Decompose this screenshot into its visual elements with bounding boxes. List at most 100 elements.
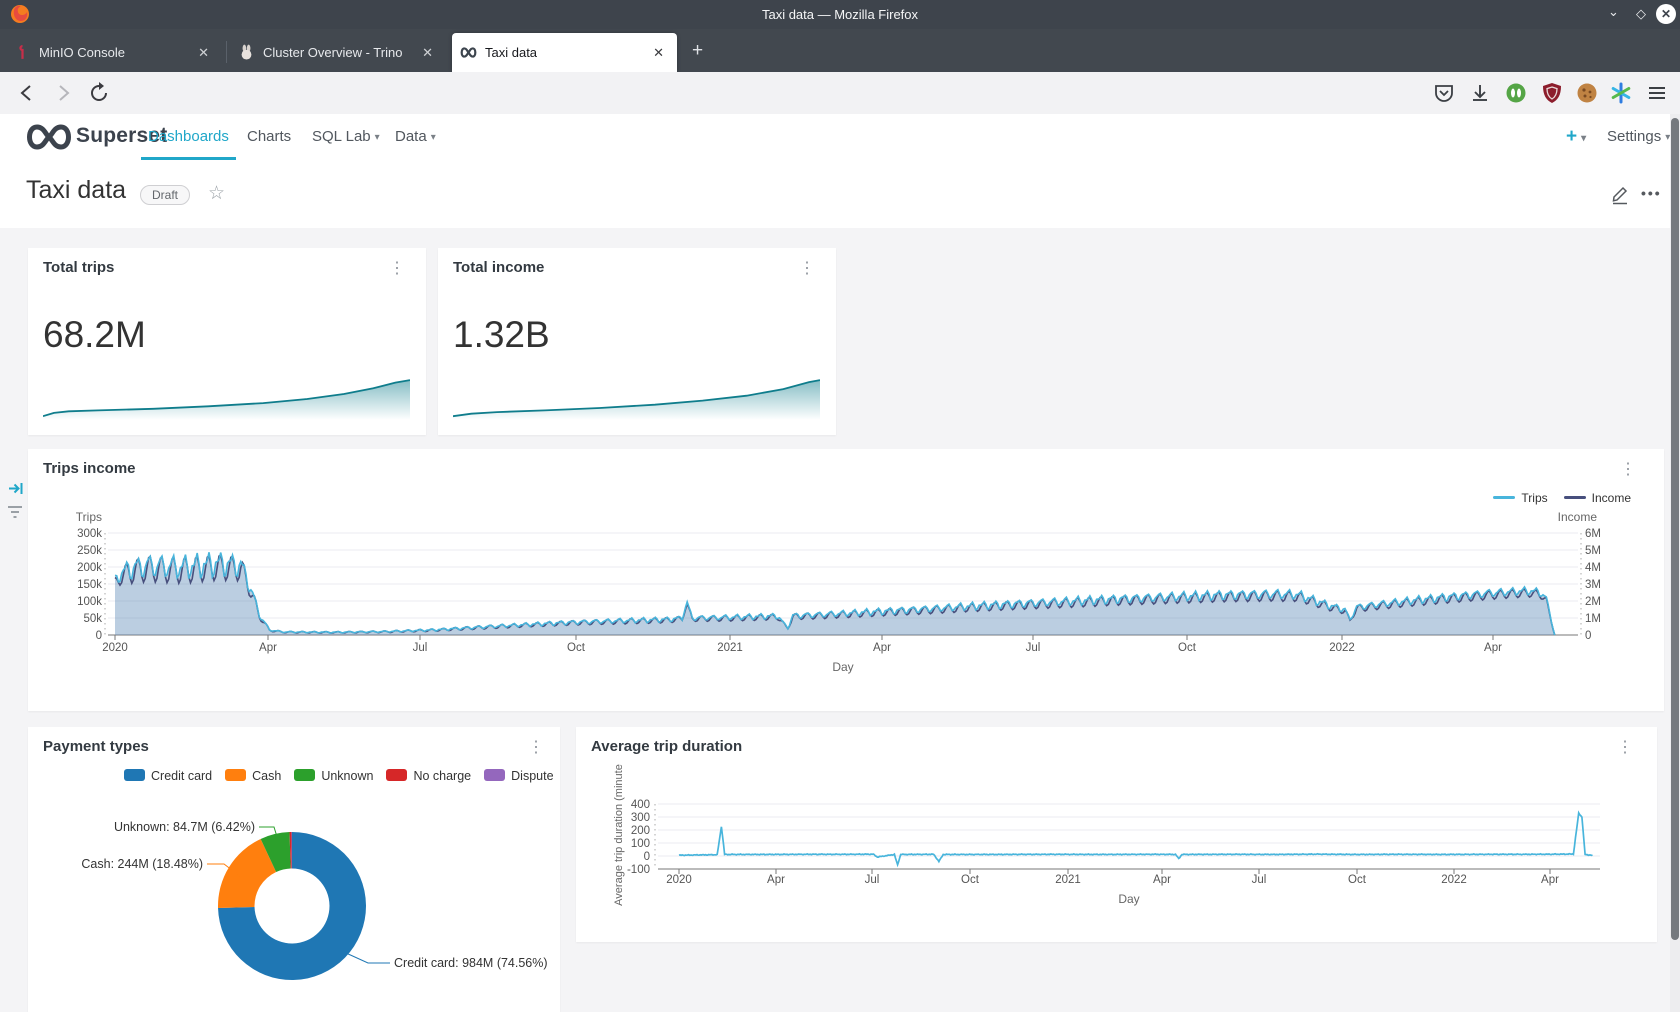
axis-tick-label: Apr (1153, 874, 1171, 886)
axis-tick-label: 2022 (1441, 874, 1467, 886)
reload-icon[interactable] (88, 82, 110, 104)
axis-tick-label: 50k (83, 613, 102, 625)
chart-card-total-income: Total income ⋮ 1.32B (438, 248, 836, 435)
chart-title: Average trip duration (591, 738, 742, 755)
chart-card-trips-income: Trips income ⋮ TripsIncome 300k6M250k5M2… (28, 449, 1664, 711)
filter-icon[interactable] (6, 504, 24, 520)
chart-menu-button[interactable]: ⋮ (1620, 459, 1636, 479)
chevron-down-icon: ▾ (375, 132, 380, 143)
dashboard-header: Taxi data Draft ☆ ••• (0, 160, 1680, 228)
legend-swatch (484, 769, 505, 781)
legend-item[interactable]: Income (1564, 491, 1631, 505)
trips-income-chart[interactable]: 300k6M250k5M200k4M150k3M100k2M50k1M00Tri… (28, 449, 1664, 711)
axis-tick-label: Jul (865, 874, 880, 886)
close-window-icon[interactable]: ✕ (1656, 4, 1676, 24)
pocket-icon[interactable] (1432, 81, 1456, 105)
chart-legend[interactable]: Credit card Cash Unknown No charge Dispute (124, 769, 554, 783)
extension-asterisk-icon[interactable] (1609, 81, 1633, 105)
big-number-value: 1.32B (453, 314, 550, 356)
scrollbar-track[interactable] (1670, 114, 1680, 1012)
trino-icon (238, 44, 255, 61)
expand-filter-bar-icon[interactable] (8, 481, 24, 496)
axis-tick-label: 2020 (102, 642, 128, 654)
more-options-icon[interactable]: ••• (1641, 185, 1662, 201)
back-icon[interactable] (16, 82, 38, 104)
nav-item-dashboards[interactable]: Dashboards (148, 128, 229, 145)
nav-item-charts[interactable]: Charts (247, 128, 291, 145)
chart-menu-button[interactable]: ⋮ (389, 258, 405, 278)
minio-icon (14, 44, 31, 61)
favorite-star-icon[interactable]: ☆ (208, 182, 225, 205)
new-tab-button[interactable]: + (692, 41, 703, 60)
big-number-value: 68.2M (43, 314, 146, 356)
axis-tick-label: 100k (77, 596, 102, 608)
pie-label-line (346, 953, 390, 963)
axis-tick-label: 1M (1585, 613, 1601, 625)
axis-tick-label: 100 (631, 838, 650, 850)
dashboard-body: Total trips ⋮ 68.2M Total income ⋮ 1.32B… (0, 228, 1680, 1012)
legend-swatch (386, 769, 407, 781)
tab-taxi-data[interactable]: Taxi data ✕ (452, 33, 677, 72)
total-trips-sparkline[interactable] (43, 373, 410, 420)
new-button[interactable]: +▾ (1566, 126, 1586, 148)
legend-swatch (225, 769, 246, 781)
axis-tick-label: 4M (1585, 562, 1601, 574)
forward-icon[interactable] (52, 82, 74, 104)
axis-tick-label: 2021 (1055, 874, 1081, 886)
legend-item[interactable]: Trips (1493, 491, 1547, 505)
ublock-origin-icon[interactable] (1540, 81, 1564, 105)
tab-cluster-overview-trino[interactable]: Cluster Overview - Trino ✕ (230, 33, 446, 72)
chart-card-total-trips: Total trips ⋮ 68.2M (28, 248, 426, 435)
nav-item-data[interactable]: Data▾ (395, 128, 436, 145)
maximize-icon[interactable]: ◇ (1636, 6, 1646, 22)
pie-label-cash: Cash: 244M (18.48%) (81, 857, 203, 871)
series-duration-line[interactable] (679, 813, 1593, 865)
legend-item[interactable]: Cash (225, 769, 281, 783)
axis-tick-label: 200 (631, 825, 650, 837)
legend-item[interactable]: Dispute (484, 769, 553, 783)
chart-menu-button[interactable]: ⋮ (799, 258, 815, 278)
tab-close-icon[interactable]: ✕ (193, 43, 214, 63)
hamburger-menu-icon[interactable] (1645, 81, 1669, 105)
minimize-icon[interactable]: ⌄ (1608, 4, 1619, 20)
chart-menu-button[interactable]: ⋮ (528, 737, 544, 757)
page-title: Taxi data (26, 176, 126, 205)
axis-tick-label: 250k (77, 545, 102, 557)
settings-menu[interactable]: Settings▾ (1607, 128, 1670, 145)
chart-title: Total income (453, 259, 544, 276)
axis-tick-label: Oct (1348, 874, 1367, 886)
axis-tick-label: Apr (1484, 642, 1502, 654)
legend-item[interactable]: Credit card (124, 769, 212, 783)
total-income-sparkline[interactable] (453, 373, 820, 420)
axis-tick-label: 5M (1585, 545, 1601, 557)
axis-tick-label: Apr (259, 642, 277, 654)
edit-pencil-icon[interactable] (1610, 185, 1630, 205)
privacy-badger-icon[interactable] (1504, 81, 1528, 105)
avg-trip-duration-chart[interactable]: 4003002001000-1002020AprJulOct2021AprJul… (576, 727, 1657, 942)
status-badge: Draft (140, 185, 190, 205)
sparkline-area (453, 380, 820, 420)
window-title: Taxi data — Mozilla Firefox (0, 7, 1680, 22)
superset-navbar: Superset Dashboards Charts SQL Lab▾ Data… (0, 114, 1680, 161)
legend-item[interactable]: No charge (386, 769, 471, 783)
chevron-down-icon: ▾ (431, 132, 436, 143)
cookie-icon[interactable] (1575, 81, 1599, 105)
chart-menu-button[interactable]: ⋮ (1617, 737, 1633, 757)
tab-close-icon[interactable]: ✕ (417, 43, 438, 63)
legend-swatch (1493, 496, 1515, 499)
axis-tick-label: 300k (77, 528, 102, 540)
axis-tick-label: Oct (567, 642, 586, 654)
legend-item[interactable]: Unknown (294, 769, 373, 783)
chart-legend[interactable]: Trips Income (1493, 491, 1631, 505)
axis-tick-label: 0 (1585, 630, 1591, 642)
legend-swatch (124, 769, 145, 781)
scrollbar-thumb[interactable] (1671, 118, 1679, 940)
sparkline-area (43, 380, 410, 420)
axis-name: Day (832, 660, 853, 674)
tab-close-icon[interactable]: ✕ (648, 43, 669, 63)
legend-swatch (1564, 496, 1586, 499)
axis-tick-label: 0 (96, 630, 102, 642)
tab-minio-console[interactable]: MinIO Console ✕ (6, 33, 222, 72)
nav-item-sql-lab[interactable]: SQL Lab▾ (312, 128, 380, 145)
download-icon[interactable] (1468, 81, 1492, 105)
